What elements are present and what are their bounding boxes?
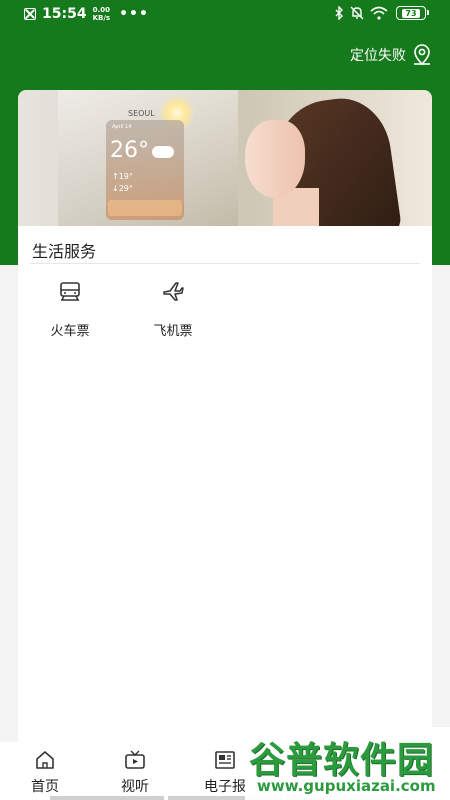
mute-bell-icon xyxy=(350,6,364,20)
network-speed: 0.00 KB/s xyxy=(93,6,110,22)
location-status-label: 定位失败 xyxy=(350,48,406,64)
tab-label: 视听 xyxy=(121,779,149,795)
section-divider xyxy=(30,263,420,264)
site-watermark: 谷普软件园 www.gupuxiazai.com xyxy=(245,727,450,800)
status-bar: 15:54 0.00 KB/s ••• 73 xyxy=(0,0,450,30)
watermark-url: www.gupuxiazai.com xyxy=(257,777,436,795)
battery-icon: 73 xyxy=(396,6,429,20)
banner-weather-low: ↓29° xyxy=(112,184,133,193)
tab-label: 首页 xyxy=(31,779,59,795)
watermark-logo: 谷普软件园 xyxy=(249,740,435,781)
tab-home[interactable]: 首页 xyxy=(10,750,80,796)
section-title: 生活服务 xyxy=(32,242,97,261)
tab-label: 电子报 xyxy=(204,779,246,795)
banner-woman-photo xyxy=(243,92,403,226)
network-speed-value: 0.00 xyxy=(92,6,110,14)
banner-weather-temp: 26° xyxy=(110,138,149,163)
status-time: 15:54 xyxy=(42,6,87,22)
home-icon xyxy=(36,751,54,769)
tab-audio-video[interactable]: 视听 xyxy=(100,750,170,796)
banner-weather-forecast-strip xyxy=(108,200,182,216)
banner-weather-high: ↑19° xyxy=(112,172,133,181)
service-label: 火车票 xyxy=(50,324,90,339)
banner-weather-widget: SEOUL April 14 26° ↑19° ↓29° xyxy=(106,109,184,220)
banner-weather-date: April 14 xyxy=(112,124,132,130)
wifi-icon xyxy=(370,6,388,20)
service-flight-tickets[interactable]: 飞机票 xyxy=(133,276,213,339)
network-speed-unit: KB/s xyxy=(92,14,111,22)
service-train-tickets[interactable]: 火车票 xyxy=(30,276,110,339)
location-pin-icon xyxy=(414,44,430,66)
tv-icon xyxy=(125,750,145,769)
notification-app-icon xyxy=(24,8,36,20)
more-notifications-icon: ••• xyxy=(119,6,149,22)
train-icon xyxy=(55,276,85,306)
service-label: 飞机票 xyxy=(153,324,193,339)
promo-banner[interactable]: SEOUL April 14 26° ↑19° ↓29° xyxy=(18,90,432,226)
banner-weather-city: SEOUL xyxy=(128,109,155,118)
cloud-icon xyxy=(152,146,174,158)
newspaper-icon xyxy=(215,751,235,769)
life-services-card: 生活服务 火车票 飞机票 xyxy=(18,226,432,742)
battery-level: 73 xyxy=(402,8,420,18)
bluetooth-icon xyxy=(335,6,343,20)
airplane-icon xyxy=(158,276,188,306)
location-status[interactable]: 定位失败 xyxy=(350,44,432,66)
